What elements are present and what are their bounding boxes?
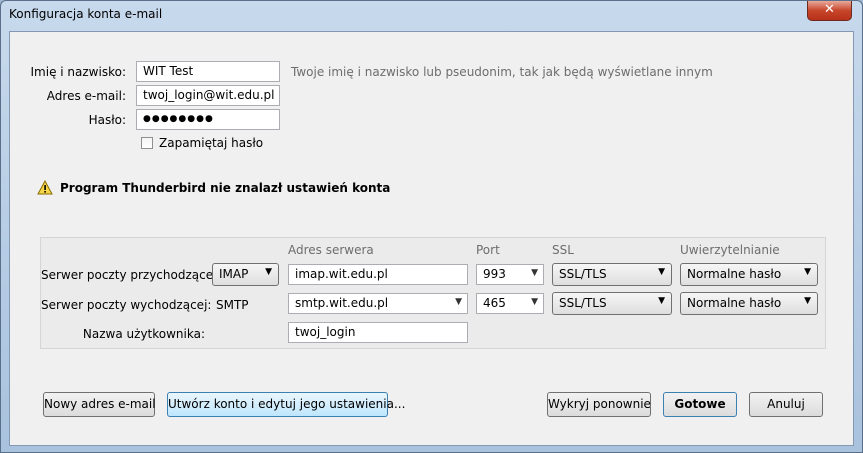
chevron-down-icon: ▼ — [804, 267, 811, 277]
outgoing-ssl-dropdown[interactable]: SSL/TLS ▼ — [552, 292, 672, 315]
chevron-down-icon: ▼ — [531, 268, 538, 278]
outgoing-server-value: smtp.wit.edu.pl — [295, 296, 389, 310]
warning-icon — [37, 180, 53, 195]
incoming-ssl-value: SSL/TLS — [559, 267, 607, 281]
chevron-down-icon: ▼ — [658, 296, 665, 306]
outgoing-server-label: Serwer poczty wychodzącej: — [41, 298, 212, 312]
outgoing-port-value: 465 — [483, 296, 506, 310]
outgoing-port-combo[interactable]: 465 ▼ — [476, 293, 544, 314]
header-port: Port — [476, 243, 500, 257]
chevron-down-icon: ▼ — [531, 297, 538, 307]
chevron-down-icon: ▼ — [804, 296, 811, 306]
incoming-ssl-dropdown[interactable]: SSL/TLS ▼ — [552, 263, 672, 286]
done-button[interactable]: Gotowe — [663, 392, 737, 417]
incoming-protocol-dropdown[interactable]: IMAP ▼ — [212, 263, 279, 286]
password-input[interactable]: ●●●●●●●● — [136, 109, 280, 130]
chevron-down-icon: ▼ — [265, 267, 272, 277]
close-icon: ✕ — [824, 2, 835, 17]
incoming-auth-value: Normalne hasło — [687, 267, 782, 281]
incoming-auth-dropdown[interactable]: Normalne hasło ▼ — [680, 263, 818, 286]
email-label: Adres e-mail: — [46, 89, 126, 103]
outgoing-protocol: SMTP — [216, 298, 249, 312]
remember-password-label: Zapamiętaj hasło — [159, 136, 264, 150]
incoming-server-label: Serwer poczty przychodzącej: — [41, 268, 221, 282]
name-input[interactable]: WIT Test — [136, 61, 280, 82]
outgoing-ssl-value: SSL/TLS — [559, 296, 607, 310]
title-bar[interactable]: Konfiguracja konta e-mail ✕ — [1, 1, 862, 29]
dialog-window: Konfiguracja konta e-mail ✕ Imię i nazwi… — [0, 0, 863, 453]
dialog-content: Imię i nazwisko: WIT Test Twoje imię i n… — [9, 31, 854, 446]
outgoing-auth-value: Normalne hasło — [687, 296, 782, 310]
name-hint: Twoje imię i nazwisko lub pseudonim, tak… — [291, 65, 713, 79]
warning-text: Program Thunderbird nie znalazł ustawień… — [60, 181, 391, 195]
email-input[interactable]: twoj_login@wit.edu.pl — [136, 85, 280, 106]
incoming-port-value: 993 — [483, 267, 506, 281]
manual-config-button[interactable]: Utwórz konto i edytuj jego ustawienia... — [167, 392, 405, 417]
header-auth: Uwierzytelnianie — [680, 243, 780, 257]
incoming-protocol-value: IMAP — [219, 267, 249, 281]
username-label: Nazwa użytkownika: — [82, 327, 205, 341]
header-ssl: SSL — [552, 243, 574, 257]
header-server: Adres serwera — [288, 243, 374, 257]
incoming-server-input[interactable]: imap.wit.edu.pl — [288, 264, 468, 285]
close-button[interactable]: ✕ — [807, 1, 852, 21]
password-label: Hasło: — [88, 113, 126, 127]
cancel-button[interactable]: Anuluj — [749, 392, 823, 417]
chevron-down-icon: ▼ — [658, 267, 665, 277]
name-label: Imię i nazwisko: — [30, 65, 126, 79]
server-settings-panel: Adres serwera Port SSL Uwierzytelnianie … — [40, 237, 826, 349]
new-address-button[interactable]: Nowy adres e-mail — [43, 392, 156, 417]
outgoing-auth-dropdown[interactable]: Normalne hasło ▼ — [680, 292, 818, 315]
window-title: Konfiguracja konta e-mail — [9, 7, 163, 21]
retest-button[interactable]: Wykryj ponownie — [547, 392, 651, 417]
username-input[interactable]: twoj_login — [288, 322, 468, 343]
chevron-down-icon: ▼ — [455, 297, 462, 307]
outgoing-server-combo[interactable]: smtp.wit.edu.pl ▼ — [288, 293, 468, 314]
incoming-port-combo[interactable]: 993 ▼ — [476, 264, 544, 285]
remember-password-checkbox[interactable] — [141, 137, 153, 149]
